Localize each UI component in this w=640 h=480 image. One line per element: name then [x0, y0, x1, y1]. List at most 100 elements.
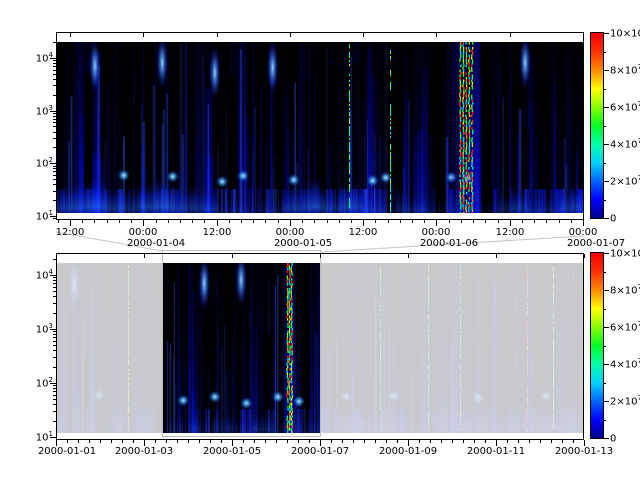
y-minor-tick: [53, 179, 56, 180]
colorbar-tick-label: 10×107: [610, 247, 640, 259]
x-minor-tick: [375, 220, 376, 223]
y-tick-label: 104: [26, 269, 53, 281]
colorbar-tick: [603, 33, 609, 34]
y-tick-label: 103: [26, 323, 53, 335]
x-minor-tick: [571, 220, 572, 223]
x-minor-tick: [386, 440, 387, 443]
x-minor-tick: [430, 440, 431, 443]
y-tick-label-base: 10: [36, 432, 49, 443]
x-minor-tick: [388, 220, 389, 223]
y-minor-tick: [53, 126, 56, 127]
y-minor-tick: [53, 79, 56, 80]
x-minor-tick: [424, 220, 425, 223]
x-minor-tick: [419, 440, 420, 443]
y-minor-tick: [53, 337, 56, 338]
y-minor-tick: [53, 421, 56, 422]
x-major-tick-top: [290, 33, 291, 37]
y-tick-label-base: 10: [36, 211, 49, 222]
y-tick-label-base: 10: [36, 53, 49, 64]
colorbar-tick-label: 10×107: [610, 27, 640, 39]
y-minor-tick: [53, 280, 56, 281]
colorbar-tick: [603, 364, 609, 365]
x-tick-label: 00:00: [419, 227, 453, 238]
x-minor-tick: [551, 440, 552, 443]
y-minor-tick: [53, 66, 56, 67]
x-date-label: 2000-01-09: [377, 446, 439, 457]
x-major-tick: [363, 220, 364, 226]
colorbar-tick: [603, 401, 609, 402]
y-minor-tick: [53, 385, 56, 386]
x-minor-tick: [351, 220, 352, 223]
y-minor-tick: [53, 147, 56, 148]
x-minor-tick: [412, 220, 413, 223]
x-minor-tick: [342, 440, 343, 443]
x-date-label: 2000-01-05: [201, 446, 263, 457]
y-tick-label: 101: [26, 431, 53, 443]
x-minor-tick: [278, 220, 279, 223]
colorbar-label-base: 4×10: [610, 359, 637, 370]
x-minor-tick: [534, 220, 535, 223]
x-major-tick: [70, 220, 71, 226]
x-minor-tick: [119, 220, 120, 223]
x-minor-tick: [241, 220, 242, 223]
y-tick-label-base: 10: [36, 158, 49, 169]
colorbar-label-base: 6×10: [610, 322, 637, 333]
y-minor-tick: [53, 283, 56, 284]
x-minor-tick: [276, 440, 277, 443]
colorbar-label-base: 2×10: [610, 396, 637, 407]
y-minor-tick: [53, 303, 56, 304]
colorbar-tick-label: 2×107: [610, 175, 640, 187]
colorbar-label-base: 0: [610, 433, 616, 444]
y-minor-tick: [53, 331, 56, 332]
x-minor-tick: [529, 440, 530, 443]
y-tick-label-exp: 4: [49, 268, 53, 276]
x-minor-tick: [131, 220, 132, 223]
y-minor-tick: [53, 132, 56, 133]
colorbar-label-base: 6×10: [610, 102, 637, 113]
x-major-tick-top: [320, 254, 321, 258]
colorbar-label-base: 8×10: [610, 65, 637, 76]
x-minor-tick: [463, 440, 464, 443]
x-major-tick: [217, 220, 218, 226]
y-minor-tick: [53, 74, 56, 75]
x-minor-tick: [168, 220, 169, 223]
y-tick-label-exp: 2: [49, 156, 53, 164]
x-tick-label: 00:00: [566, 227, 600, 238]
x-date-label: 2000-01-01: [36, 446, 98, 457]
x-minor-tick: [314, 220, 315, 223]
y-tick-label-exp: 3: [49, 322, 53, 330]
x-major-tick-top: [584, 254, 585, 258]
x-minor-tick: [78, 440, 79, 443]
colorbar-tick: [603, 218, 609, 219]
y-tick-label: 103: [26, 105, 53, 117]
colorbar-tick: [603, 253, 609, 254]
x-major-tick: [583, 220, 584, 226]
x-date-label: 2000-01-06: [418, 238, 480, 249]
x-minor-tick: [221, 440, 222, 443]
x-major-tick: [143, 220, 144, 226]
x-minor-tick: [100, 440, 101, 443]
colorbar-tick-label: 6×107: [610, 321, 640, 333]
x-date-label: 2000-01-11: [465, 446, 527, 457]
y-minor-tick: [53, 138, 56, 139]
y-minor-tick: [53, 345, 56, 346]
y-minor-tick: [53, 277, 56, 278]
x-minor-tick: [302, 220, 303, 223]
x-minor-tick: [485, 440, 486, 443]
y-tick-label-exp: 3: [49, 104, 53, 112]
y-tick-label-base: 10: [36, 270, 49, 281]
x-minor-tick: [254, 440, 255, 443]
x-date-label: 2000-01-13: [553, 446, 615, 457]
y-minor-tick: [53, 357, 56, 358]
overview-chart-frame: [56, 253, 584, 440]
x-tick-label: 12:00: [200, 227, 234, 238]
y-minor-tick: [53, 291, 56, 292]
x-date-label: 2000-01-05: [272, 238, 334, 249]
x-minor-tick: [562, 440, 563, 443]
x-minor-tick: [243, 440, 244, 443]
top-colorbar-frame: [590, 32, 604, 219]
colorbar-tick: [603, 290, 609, 291]
x-major-tick-top: [217, 33, 218, 37]
x-minor-tick: [122, 440, 123, 443]
x-major-tick-top: [144, 254, 145, 258]
